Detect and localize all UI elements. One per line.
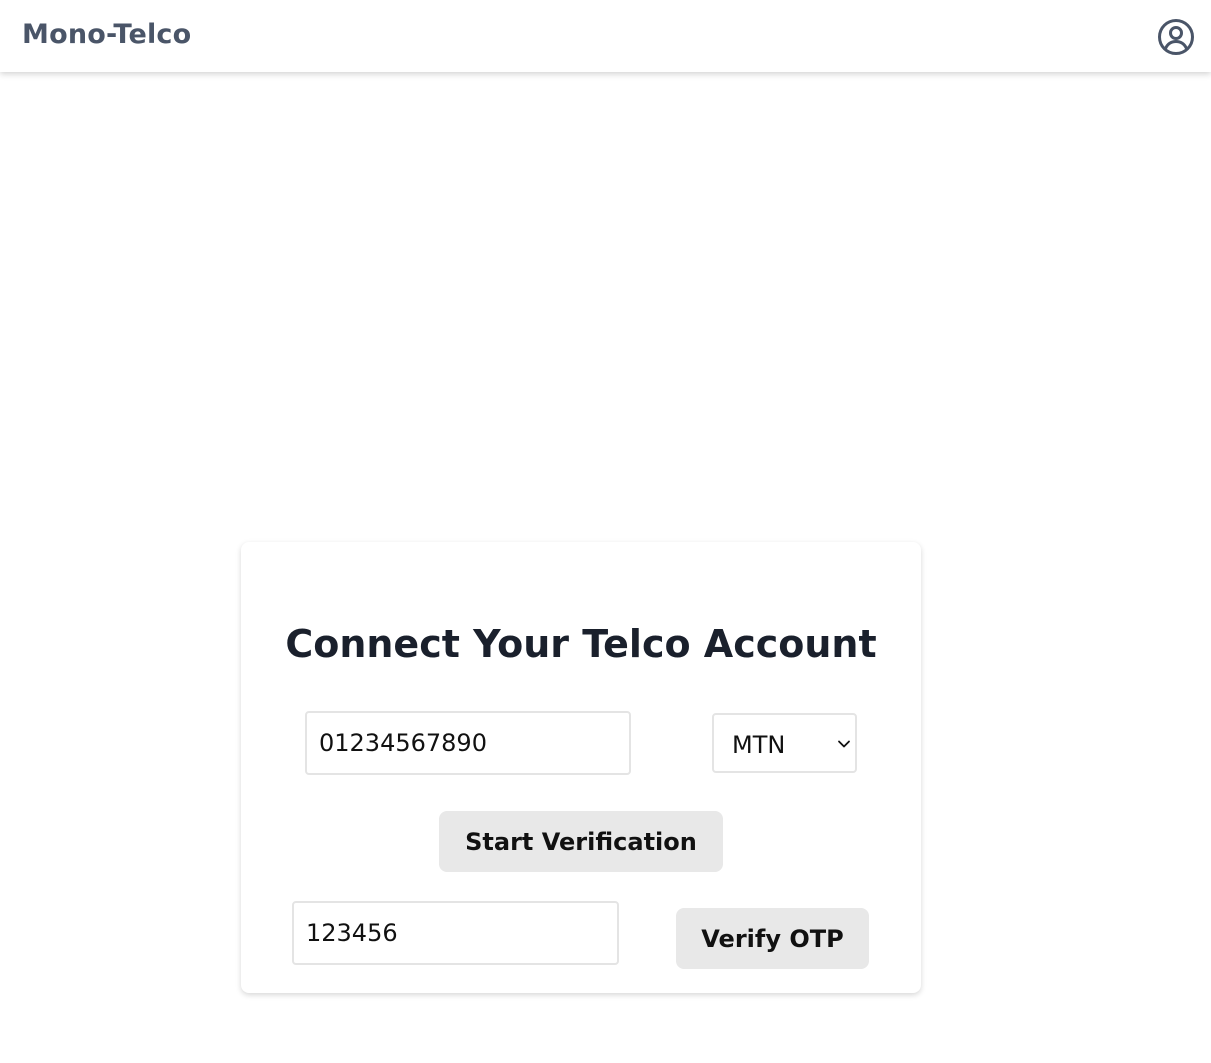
start-verification-button[interactable]: Start Verification (439, 811, 723, 872)
verify-otp-button[interactable]: Verify OTP (676, 908, 869, 969)
connect-account-card: Connect Your Telco Account MTN Start Ver… (241, 542, 921, 993)
top-bar: Mono-Telco (0, 0, 1211, 72)
network-select-value: MTN (732, 731, 786, 759)
chevron-down-icon (838, 740, 850, 748)
account-button[interactable] (1157, 18, 1195, 56)
brand-logo-text[interactable]: Mono-Telco (22, 19, 191, 50)
otp-input[interactable] (292, 901, 619, 965)
phone-number-input[interactable] (305, 711, 631, 775)
user-circle-icon (1158, 19, 1194, 55)
card-title: Connect Your Telco Account (285, 622, 877, 666)
network-select[interactable]: MTN (712, 713, 857, 773)
